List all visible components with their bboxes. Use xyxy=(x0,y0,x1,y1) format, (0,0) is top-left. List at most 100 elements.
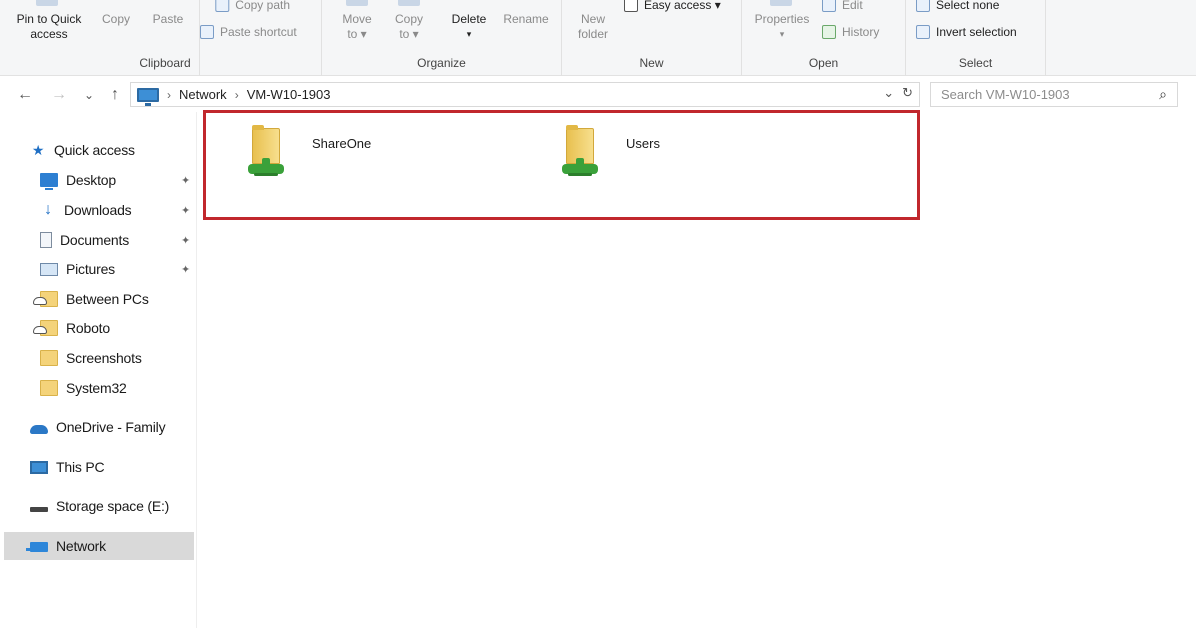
network-share-badge xyxy=(248,158,284,176)
refresh-icon[interactable]: ↻ xyxy=(902,85,913,101)
address-dropdown-icon[interactable]: ⌄ xyxy=(883,85,894,101)
easy-access-icon xyxy=(624,0,638,12)
nav-item-label: OneDrive - Family xyxy=(56,419,166,435)
history-button[interactable]: History xyxy=(822,25,879,39)
select-group: Select none Invert selection Select xyxy=(906,0,1046,76)
nav-item-label: System32 xyxy=(66,380,127,396)
history-label: History xyxy=(842,25,880,39)
up-button[interactable]: ↑ xyxy=(104,84,126,106)
forward-button[interactable]: → xyxy=(48,84,70,106)
invert-selection-button[interactable]: Invert selection xyxy=(916,25,1017,39)
onedrive-icon xyxy=(30,424,48,434)
cloud-folder-icon xyxy=(33,320,58,336)
pin-icon[interactable]: ✦ xyxy=(181,174,190,187)
share-item-users[interactable]: Users xyxy=(560,124,680,194)
easy-access-button[interactable]: Easy access ▾ xyxy=(624,0,721,12)
network-icon xyxy=(26,542,48,552)
copy-to-button[interactable]: Copy to ▾ xyxy=(384,12,434,42)
nav-item-downloads[interactable]: ↓ Downloads ✦ xyxy=(40,196,194,224)
nav-item-onedrive-family[interactable]: OneDrive - Family xyxy=(30,413,194,441)
move-to-line-2: to ▾ xyxy=(347,27,367,41)
network-share-folder-icon xyxy=(246,124,290,184)
share-item-shareone[interactable]: ShareOne xyxy=(246,124,371,194)
pin-icon[interactable]: ✦ xyxy=(181,234,190,247)
nav-item-desktop[interactable]: Desktop ✦ xyxy=(40,166,194,194)
folder-icon xyxy=(40,380,58,396)
pin-label-line-1: Pin to Quick xyxy=(16,12,82,26)
properties-icon xyxy=(770,0,792,6)
pin-to-quick-access-button[interactable]: Pin to Quick access xyxy=(6,12,92,42)
address-bar[interactable]: › Network › VM-W10-1903 ⌄ ↻ xyxy=(130,82,920,107)
address-controls: ⌄ ↻ xyxy=(883,85,913,101)
nav-item-documents[interactable]: Documents ✦ xyxy=(40,226,194,254)
cloud-status-icon xyxy=(33,326,47,334)
invert-selection-icon xyxy=(916,25,930,39)
nav-item-system32[interactable]: System32 xyxy=(40,374,194,402)
move-to-line-1: Move xyxy=(342,12,372,26)
nav-item-label: Documents xyxy=(60,232,130,248)
search-box[interactable]: Search VM-W10-1903 ⌕ xyxy=(930,82,1178,107)
nav-item-label: Quick access xyxy=(54,142,135,158)
this-pc-icon xyxy=(30,460,48,474)
network-share-folder-icon xyxy=(560,124,604,184)
download-icon: ↓ xyxy=(44,201,52,218)
document-icon xyxy=(40,232,52,248)
nav-item-label: Between PCs xyxy=(66,291,149,307)
desktop-icon xyxy=(40,173,58,190)
nav-item-label: Desktop xyxy=(66,172,116,188)
nav-item-label: Downloads xyxy=(64,202,132,218)
clipboard-group-label: Clipboard xyxy=(139,56,191,70)
edit-button[interactable]: Edit xyxy=(822,0,863,12)
breadcrumb-chevron: › xyxy=(234,87,239,102)
back-button[interactable]: ← xyxy=(14,84,36,106)
nav-item-pictures[interactable]: Pictures ✦ xyxy=(40,255,194,283)
paste-button[interactable]: Paste xyxy=(146,12,190,27)
copy-to-line-1: Copy xyxy=(394,12,423,26)
nav-item-label: Roboto xyxy=(66,320,110,336)
nav-item-between-pcs[interactable]: Between PCs xyxy=(33,285,194,313)
move-to-button[interactable]: Move to ▾ xyxy=(332,12,382,42)
nav-item-quick-access[interactable]: ★ Quick access xyxy=(30,136,216,164)
copy-to-icon xyxy=(398,0,420,6)
network-share-badge xyxy=(562,158,598,176)
drive-icon xyxy=(30,506,48,512)
new-folder-line-1: New xyxy=(580,12,605,26)
ribbon: Pin to Quick access Copy Paste Copy path… xyxy=(0,0,1196,76)
share-name: Users xyxy=(626,136,660,151)
organize-group: Move to ▾ Copy to ▾ Delete ▾ Rename Orga… xyxy=(322,0,562,76)
nav-item-storage-space[interactable]: Storage space (E:) xyxy=(30,492,194,520)
nav-item-label: Storage space (E:) xyxy=(56,498,170,514)
breadcrumb-network[interactable]: Network xyxy=(179,87,227,102)
nav-item-roboto[interactable]: Roboto xyxy=(33,314,194,342)
breadcrumb-vm-w10-1903[interactable]: VM-W10-1903 xyxy=(247,87,331,102)
delete-button[interactable]: Delete ▾ xyxy=(444,12,494,42)
new-folder-button[interactable]: New folder xyxy=(568,12,618,42)
pin-icon[interactable]: ✦ xyxy=(181,204,190,217)
recent-locations-button[interactable]: ⌄ xyxy=(78,84,100,106)
select-none-button[interactable]: Select none xyxy=(916,0,999,12)
navigation-pane: ★ Quick access Desktop ✦ ↓ Downloads ✦ D… xyxy=(0,130,196,628)
search-icon[interactable]: ⌕ xyxy=(1159,86,1167,103)
history-icon xyxy=(822,25,836,39)
pin-label-line-2: access xyxy=(30,27,68,41)
pane-divider[interactable] xyxy=(196,112,197,628)
copy-button[interactable]: Copy xyxy=(96,12,136,27)
organize-group-label: Organize xyxy=(417,56,466,70)
cloud-folder-icon xyxy=(33,291,58,307)
properties-button[interactable]: Properties ▾ xyxy=(746,12,818,42)
pin-icon[interactable]: ✦ xyxy=(181,263,190,276)
star-icon: ★ xyxy=(31,142,45,158)
pictures-icon xyxy=(40,262,58,276)
folder-icon xyxy=(40,350,58,366)
rename-button[interactable]: Rename xyxy=(498,12,554,27)
open-group: Properties ▾ Edit History Open xyxy=(742,0,906,76)
share-name: ShareOne xyxy=(312,136,372,151)
nav-item-this-pc[interactable]: This PC xyxy=(30,453,194,481)
nav-item-network[interactable]: Network xyxy=(4,532,194,560)
nav-item-screenshots[interactable]: Screenshots xyxy=(40,344,194,372)
edit-icon xyxy=(822,0,836,12)
delete-label: Delete xyxy=(451,12,487,26)
network-location-icon xyxy=(137,87,159,106)
copy-to-line-2: to ▾ xyxy=(399,27,419,41)
delete-dropdown-arrow: ▾ xyxy=(466,29,472,39)
